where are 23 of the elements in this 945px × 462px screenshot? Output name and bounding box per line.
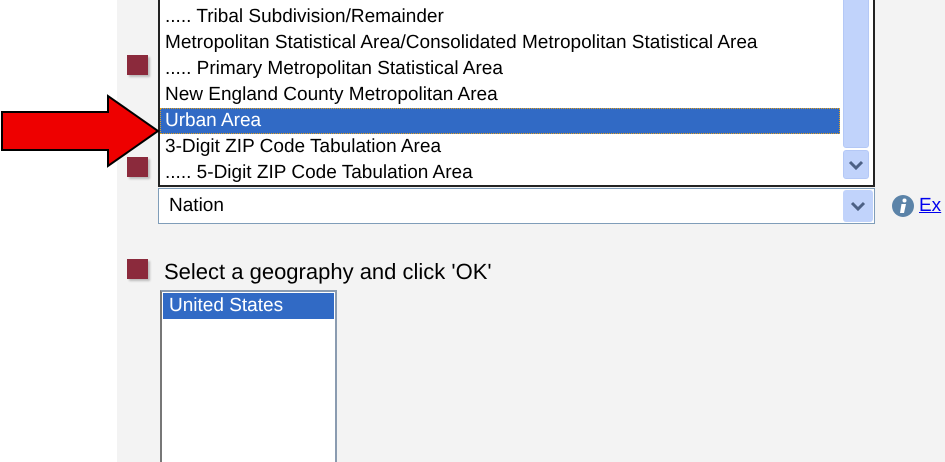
info-icon bbox=[891, 194, 915, 218]
dropdown-option[interactable]: Urban Area bbox=[160, 108, 840, 134]
arrow-icon bbox=[0, 94, 162, 168]
dropdown-option[interactable]: New England County Metropolitan Area bbox=[160, 82, 840, 108]
dropdown-option[interactable]: ..... Primary Metropolitan Statistical Area bbox=[160, 56, 840, 82]
dropdown-option[interactable]: ..... 5-Digit ZIP Code Tabulation Area bbox=[160, 160, 840, 186]
geography-option[interactable]: United States bbox=[163, 293, 334, 319]
scrollbar-thumb[interactable] bbox=[843, 0, 869, 148]
bullet-marker bbox=[127, 259, 148, 279]
bullet-marker bbox=[127, 55, 148, 75]
instruction-text: Select a geography and click 'OK' bbox=[164, 258, 492, 286]
dropdown-button[interactable] bbox=[843, 190, 873, 222]
dropdown-option[interactable]: Metropolitan Statistical Area/Consolidated Metropolitan Statistical Area bbox=[160, 30, 840, 56]
info-link[interactable]: Ex bbox=[919, 192, 942, 220]
dropdown-list[interactable] bbox=[158, 0, 875, 187]
chevron-down-icon bbox=[850, 201, 866, 211]
chevron-down-icon bbox=[848, 160, 864, 170]
geography-listbox[interactable]: United States bbox=[160, 290, 337, 462]
scroll-down-button[interactable] bbox=[843, 150, 869, 179]
dropdown-option[interactable]: ..... Tribal Subdivision/Remainder bbox=[160, 4, 840, 30]
bullet-marker bbox=[127, 157, 148, 177]
geo-level-select[interactable]: Nation bbox=[158, 188, 875, 224]
dropdown-option[interactable]: 3-Digit ZIP Code Tabulation Area bbox=[160, 134, 840, 160]
